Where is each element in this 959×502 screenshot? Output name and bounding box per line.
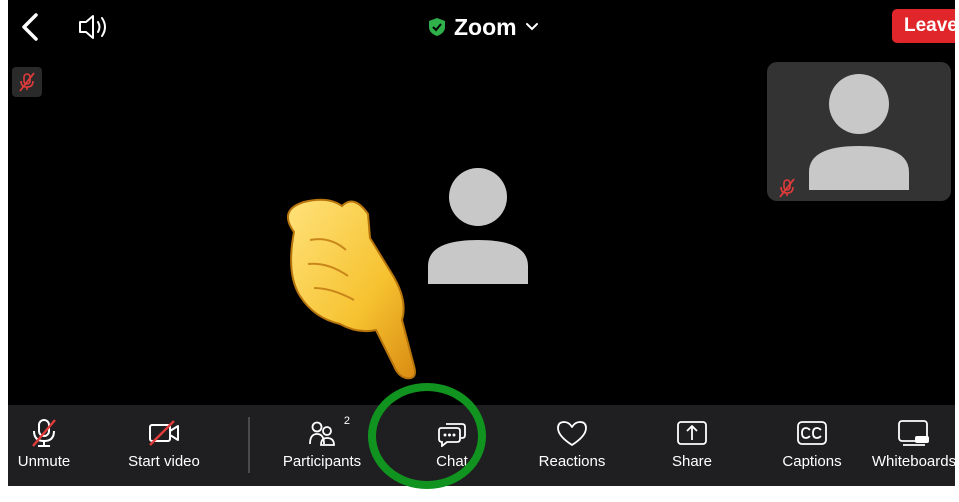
chevron-down-icon — [525, 23, 538, 31]
unmute-label: Unmute — [17, 453, 71, 470]
share-button[interactable]: Share — [634, 405, 750, 486]
participants-icon-wrap: 2 — [308, 415, 350, 449]
main-participant-avatar — [426, 168, 530, 289]
avatar-placeholder-icon — [809, 74, 909, 190]
reactions-button[interactable]: Reactions — [510, 405, 634, 486]
thumbnail-mic-muted — [779, 178, 795, 203]
captions-icon-wrap — [796, 417, 828, 449]
mic-muted-icon — [779, 178, 795, 198]
mic-muted-icon — [32, 419, 56, 447]
shield-check-icon — [429, 18, 445, 36]
meeting-screen: Zoom Leave Unmute Start video 2 Particip… — [8, 0, 955, 486]
meeting-title-dropdown[interactable]: Zoom — [428, 10, 539, 44]
speaker-icon — [79, 15, 106, 39]
chat-highlight-circle — [368, 383, 486, 489]
share-icon — [677, 421, 707, 445]
heart-icon — [557, 421, 587, 446]
cc-icon — [797, 421, 827, 445]
self-view-thumbnail[interactable] — [767, 62, 951, 201]
unmute-button[interactable]: Unmute — [8, 405, 80, 486]
whiteboards-button[interactable]: Whiteboards — [871, 405, 955, 486]
share-label: Share — [671, 453, 713, 470]
speaker-button[interactable] — [74, 10, 114, 44]
meeting-title: Zoom — [454, 13, 517, 40]
captions-label: Captions — [782, 453, 842, 470]
unmute-icon-wrap — [31, 417, 57, 449]
pointing-hand-icon — [286, 198, 416, 380]
back-button[interactable] — [12, 8, 48, 46]
reactions-icon-wrap — [555, 417, 589, 449]
mic-muted-badge — [12, 67, 42, 97]
whiteboards-icon-wrap — [897, 417, 931, 449]
video-icon-wrap — [148, 417, 180, 449]
whiteboards-label: Whiteboards — [871, 453, 955, 470]
participants-count: 2 — [343, 415, 350, 427]
participants-icon — [309, 421, 335, 446]
share-icon-wrap — [676, 417, 708, 449]
avatar-placeholder-icon — [428, 168, 528, 284]
video-off-icon — [149, 420, 179, 446]
start-video-button[interactable]: Start video — [80, 405, 248, 486]
leave-button[interactable]: Leave — [892, 9, 955, 43]
chevron-left-icon — [22, 13, 38, 41]
reactions-label: Reactions — [538, 453, 606, 470]
thumbnail-avatar — [807, 72, 911, 195]
whiteboard-icon — [898, 420, 929, 446]
start-video-label: Start video — [128, 453, 200, 470]
mic-muted-icon — [19, 72, 35, 92]
captions-button[interactable]: Captions — [750, 405, 874, 486]
pointing-hand-overlay — [270, 190, 430, 391]
participants-label: Participants — [282, 453, 362, 470]
top-bar: Zoom Leave — [8, 0, 955, 54]
